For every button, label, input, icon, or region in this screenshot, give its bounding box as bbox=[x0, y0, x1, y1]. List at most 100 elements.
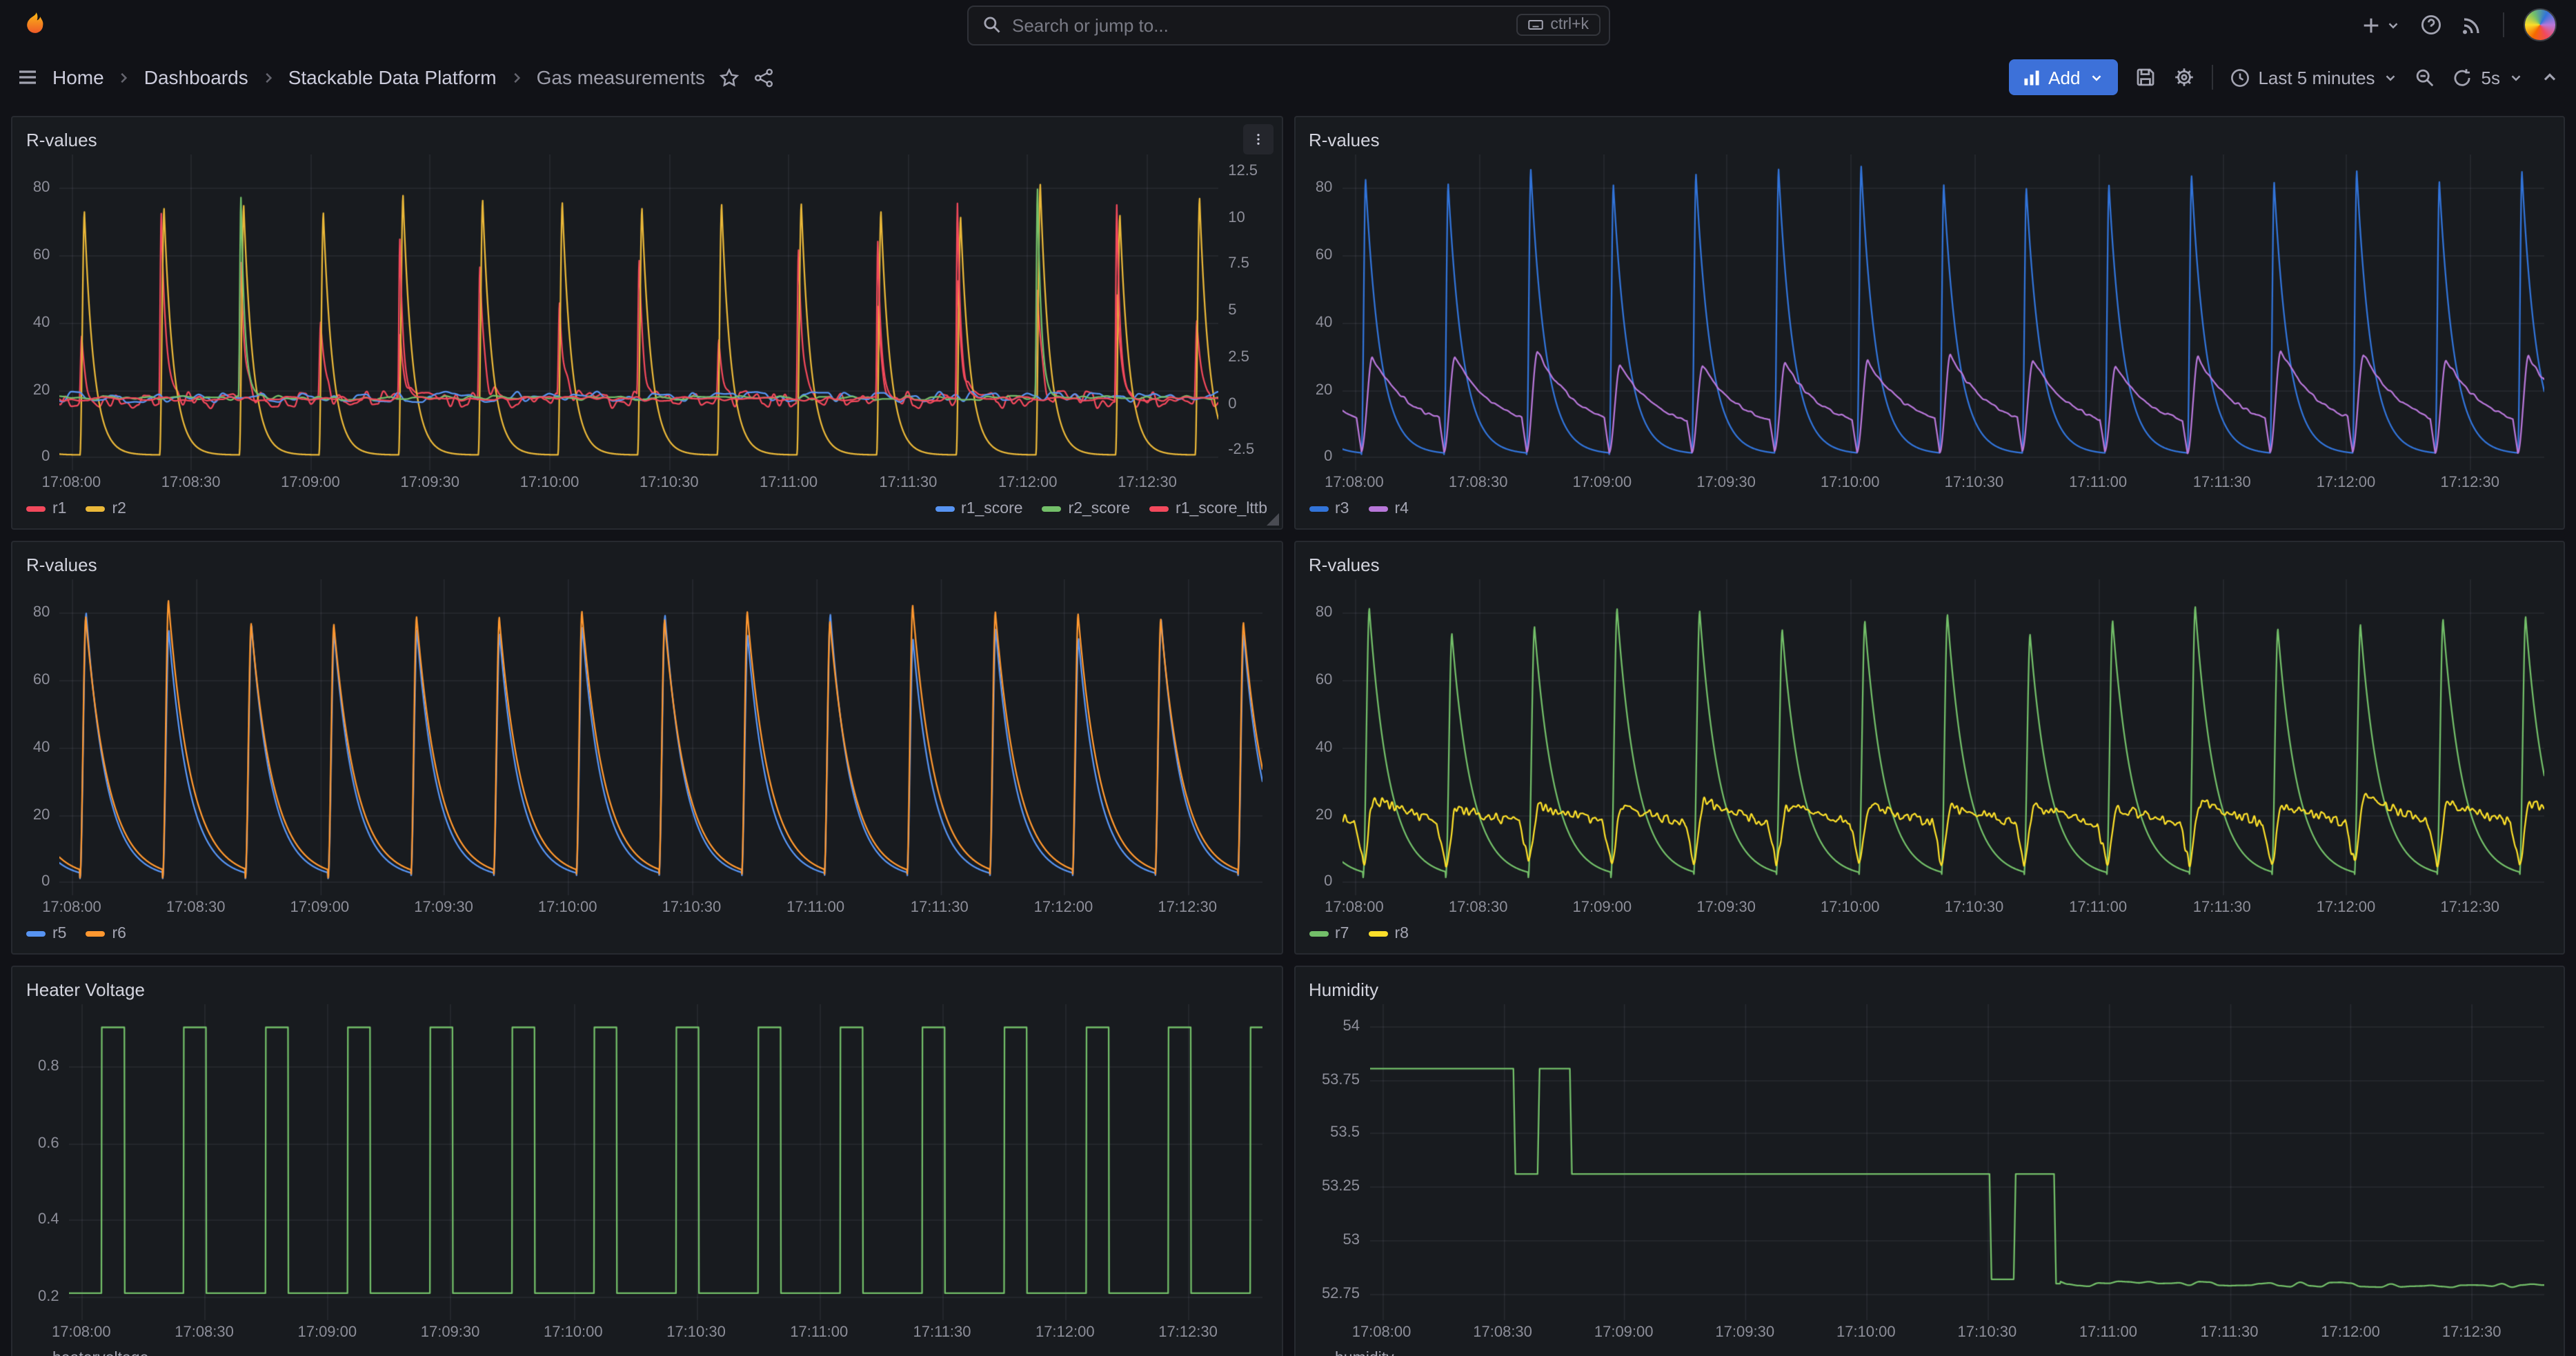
plot-area: 020406080 bbox=[1306, 579, 2553, 895]
panel-resize-handle[interactable] bbox=[1266, 513, 1278, 526]
chart-canvas[interactable] bbox=[1342, 154, 2544, 470]
chevron-right-icon bbox=[261, 70, 276, 85]
panel-title[interactable]: R-values bbox=[26, 130, 97, 150]
y-axis-left: 020406080 bbox=[23, 579, 59, 895]
x-tick-label: 17:10:00 bbox=[1821, 475, 1880, 491]
legend-item-r1[interactable]: r1 bbox=[26, 501, 66, 517]
panel-legend: r7 r8 bbox=[1306, 920, 2553, 948]
new-menu-button[interactable] bbox=[2361, 14, 2401, 35]
panel-title[interactable]: Heater Voltage bbox=[26, 979, 145, 1000]
panel-menu-button[interactable] bbox=[1242, 124, 1273, 154]
legend-group-left: r7 r8 bbox=[1309, 926, 1409, 942]
x-tick-label: 17:12:00 bbox=[2317, 475, 2376, 491]
x-axis: 17:08:0017:08:3017:09:0017:09:3017:10:00… bbox=[59, 470, 1219, 495]
menu-toggle-icon[interactable] bbox=[17, 66, 39, 88]
x-tick-label: 17:10:30 bbox=[1945, 475, 2004, 491]
legend-item-r7[interactable]: r7 bbox=[1309, 926, 1349, 942]
breadcrumb-folder[interactable]: Stackable Data Platform bbox=[288, 66, 497, 88]
x-tick-label: 17:09:00 bbox=[281, 475, 340, 491]
chart-area[interactable] bbox=[59, 154, 1218, 470]
legend-label: r1_score_lttb bbox=[1176, 501, 1267, 517]
x-tick-label: 17:12:00 bbox=[2321, 1324, 2380, 1341]
time-range-picker[interactable]: Last 5 minutes bbox=[2229, 67, 2398, 88]
panel-humidity-5: Humidity 52.755353.2553.553.7554 17:08:0… bbox=[1294, 966, 2565, 1356]
news-rss-icon[interactable] bbox=[2461, 14, 2484, 36]
x-tick-label: 17:08:30 bbox=[161, 475, 221, 491]
y-tick-label: 0 bbox=[1324, 874, 1332, 890]
x-tick-label: 17:11:00 bbox=[786, 899, 844, 916]
breadcrumb-home[interactable]: Home bbox=[52, 66, 104, 88]
y-axis-left: 020406080 bbox=[1306, 579, 1342, 895]
breadcrumb-dashboards[interactable]: Dashboards bbox=[144, 66, 248, 88]
x-tick-label: 17:12:30 bbox=[2442, 1324, 2501, 1341]
panel-header: Heater Voltage bbox=[23, 975, 1270, 1004]
chart-area[interactable] bbox=[59, 579, 1262, 895]
chevron-down-icon bbox=[2088, 70, 2103, 85]
chart-canvas[interactable] bbox=[69, 1004, 1262, 1320]
legend-item-r8[interactable]: r8 bbox=[1368, 926, 1408, 942]
share-icon[interactable] bbox=[753, 67, 774, 88]
grafana-logo-icon[interactable] bbox=[19, 10, 50, 40]
panel-title[interactable]: R-values bbox=[1309, 130, 1380, 150]
x-tick-label: 17:08:30 bbox=[166, 899, 226, 916]
y-axis-left: 020406080 bbox=[23, 154, 59, 470]
legend-item-r2_score[interactable]: r2_score bbox=[1042, 501, 1131, 517]
legend-item-r6[interactable]: r6 bbox=[86, 926, 126, 942]
chart-area[interactable] bbox=[1342, 579, 2544, 895]
x-tick-label: 17:08:30 bbox=[175, 1324, 234, 1341]
y-tick-label: 0.2 bbox=[38, 1288, 59, 1305]
x-tick-label: 17:08:30 bbox=[1449, 475, 1508, 491]
y-tick-label: 53.5 bbox=[1330, 1125, 1360, 1141]
legend-item-r5[interactable]: r5 bbox=[26, 926, 66, 942]
legend-label: r8 bbox=[1394, 926, 1408, 942]
legend-item-r1_score_lttb[interactable]: r1_score_lttb bbox=[1149, 501, 1267, 517]
clock-icon bbox=[2229, 67, 2250, 88]
zoom-out-icon[interactable] bbox=[2415, 67, 2436, 88]
chart-canvas[interactable] bbox=[1369, 1004, 2544, 1320]
legend-item-r3[interactable]: r3 bbox=[1309, 501, 1349, 517]
breadcrumb: Home Dashboards Stackable Data Platform … bbox=[52, 66, 705, 88]
y-tick-label: 5 bbox=[1228, 302, 1236, 319]
y-tick-label: 20 bbox=[1316, 806, 1333, 823]
breadcrumb-dashboard-title[interactable]: Gas measurements bbox=[537, 66, 705, 88]
search-input[interactable]: Search or jump to... ctrl+k bbox=[967, 5, 1609, 45]
panel-title[interactable]: R-values bbox=[1309, 555, 1380, 575]
y-tick-label: 20 bbox=[33, 806, 50, 823]
plot-area: 020406080 -2.502.557.51012.5 bbox=[23, 154, 1270, 470]
legend-item-r4[interactable]: r4 bbox=[1368, 501, 1408, 517]
chart-canvas[interactable] bbox=[59, 154, 1218, 470]
user-avatar[interactable] bbox=[2524, 8, 2557, 41]
x-tick-label: 17:08:00 bbox=[52, 1324, 111, 1341]
x-tick-label: 17:09:00 bbox=[290, 899, 350, 916]
panel-legend: heatervoltage bbox=[23, 1345, 1270, 1356]
dashboard-settings-gear-icon[interactable] bbox=[2172, 66, 2194, 88]
save-dashboard-icon[interactable] bbox=[2134, 66, 2156, 88]
legend-group-left: r1 r2 bbox=[26, 501, 126, 517]
search-icon bbox=[982, 15, 1001, 34]
x-tick-label: 17:11:30 bbox=[2193, 475, 2251, 491]
nav-right-actions bbox=[2361, 8, 2557, 41]
panel-title[interactable]: R-values bbox=[26, 555, 97, 575]
chart-canvas[interactable] bbox=[1342, 579, 2544, 895]
x-tick-label: 17:11:00 bbox=[2079, 1324, 2137, 1341]
legend-item-r1_score[interactable]: r1_score bbox=[935, 501, 1023, 517]
chart-area[interactable] bbox=[1342, 154, 2544, 470]
x-tick-label: 17:09:30 bbox=[1696, 475, 1756, 491]
x-tick-label: 17:08:00 bbox=[41, 475, 101, 491]
x-tick-label: 17:10:30 bbox=[666, 1324, 726, 1341]
legend-item-r2[interactable]: r2 bbox=[86, 501, 126, 517]
grafana-app: Search or jump to... ctrl+k bbox=[0, 0, 2576, 1356]
panel-title[interactable]: Humidity bbox=[1309, 979, 1378, 1000]
chart-canvas[interactable] bbox=[59, 579, 1262, 895]
add-button[interactable]: Add bbox=[2008, 59, 2117, 95]
chart-area[interactable] bbox=[1369, 1004, 2544, 1320]
legend-color-marker bbox=[1368, 931, 1387, 937]
favorite-star-icon[interactable] bbox=[719, 67, 740, 88]
y-tick-label: 60 bbox=[33, 672, 50, 688]
y-tick-label: 10 bbox=[1228, 210, 1245, 226]
refresh-picker[interactable]: 5s bbox=[2453, 67, 2524, 88]
collapse-controls-chevron-up-icon[interactable] bbox=[2540, 68, 2559, 87]
graph-bar-icon bbox=[2022, 68, 2040, 86]
help-icon[interactable] bbox=[2420, 14, 2442, 36]
chart-area[interactable] bbox=[69, 1004, 1262, 1320]
